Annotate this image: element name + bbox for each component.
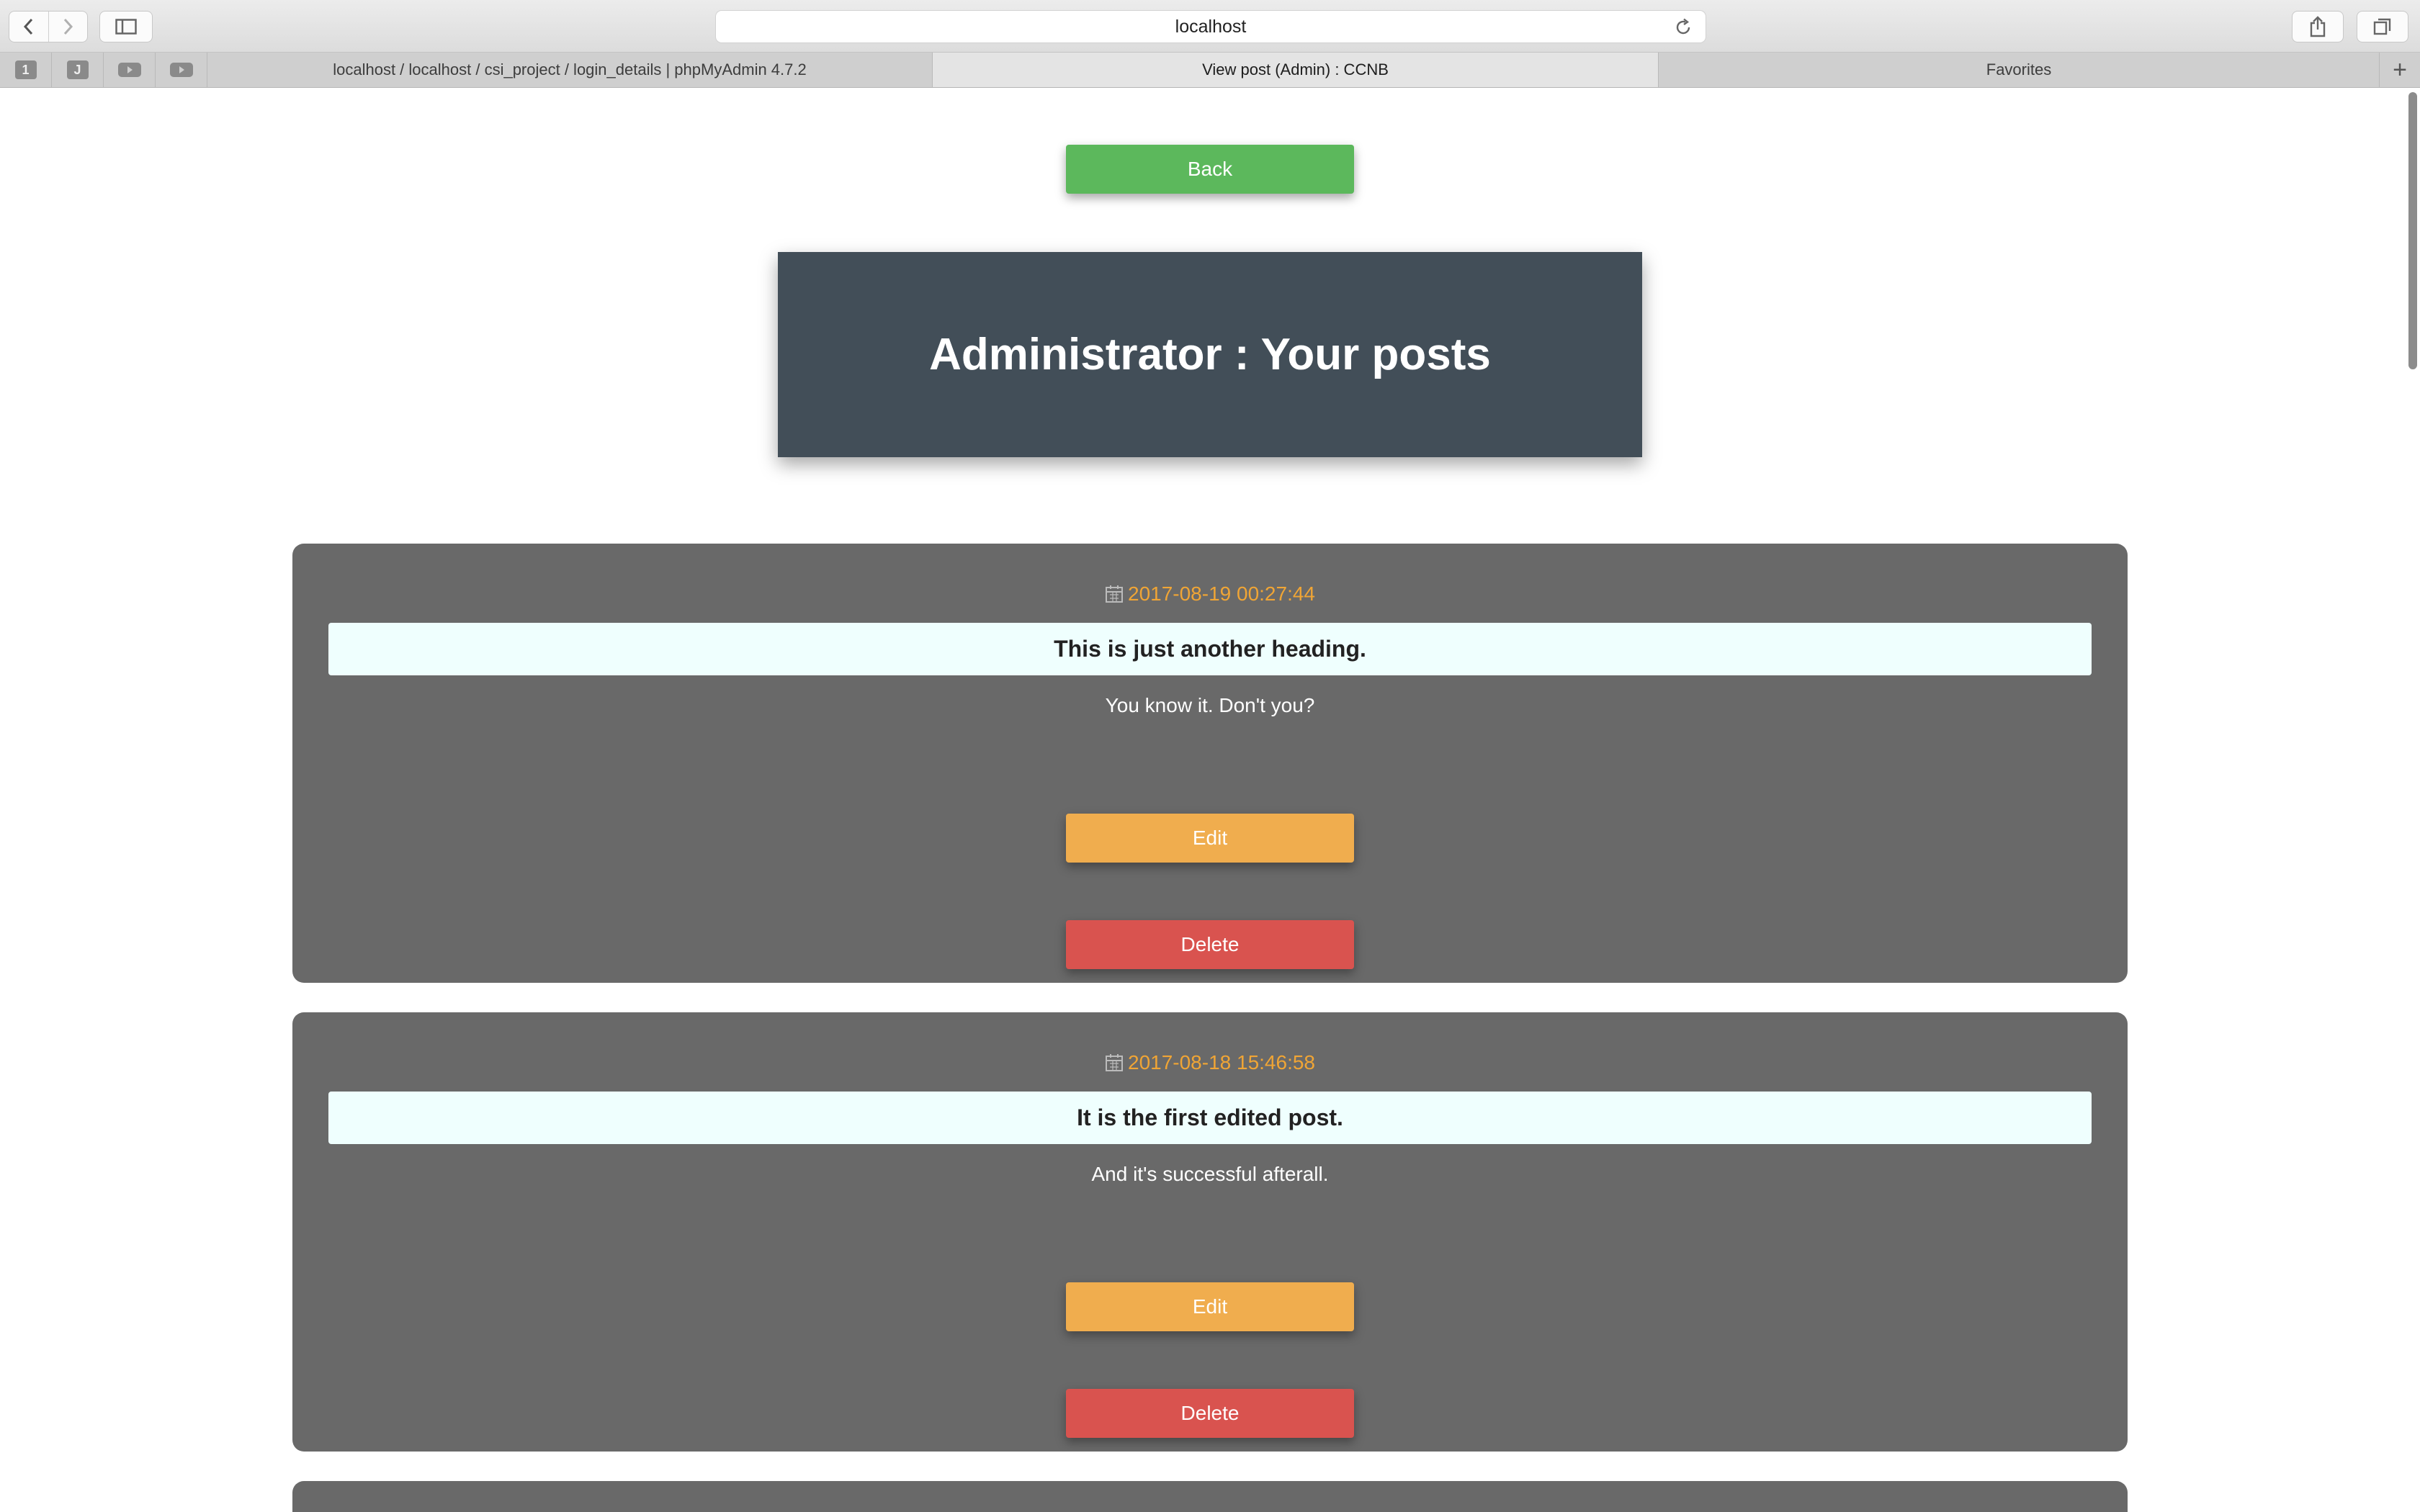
- url-text: localhost: [1175, 16, 1247, 37]
- back-button[interactable]: Back: [1066, 145, 1354, 194]
- post-heading: It is the first edited post.: [328, 1092, 2092, 1144]
- pinned-tab-3[interactable]: [104, 53, 156, 87]
- edit-button[interactable]: Edit: [1066, 1282, 1354, 1331]
- pinned-tab-1[interactable]: 1: [0, 53, 52, 87]
- delete-button[interactable]: Delete: [1066, 920, 1354, 969]
- page-viewport: Back Administrator : Your posts 2017-08-…: [0, 88, 2420, 1512]
- pinned-tab-icon: 1: [14, 60, 37, 79]
- post-card: [292, 1481, 2128, 1512]
- tab-label: View post (Admin) : CCNB: [1202, 60, 1389, 78]
- chevron-right-icon: [64, 18, 73, 35]
- tab-favorites[interactable]: Favorites: [1659, 53, 2380, 87]
- post-date-text: 2017-08-19 00:27:44: [1128, 582, 1315, 605]
- show-tabs-button[interactable]: [2357, 11, 2408, 42]
- page-scrollbar[interactable]: [2408, 92, 2417, 369]
- tab-label: Favorites: [1986, 60, 2052, 78]
- sidebar-icon: [115, 19, 137, 35]
- edit-button[interactable]: Edit: [1066, 814, 1354, 863]
- tabs-overview-icon: [2373, 18, 2391, 35]
- page-title: Administrator : Your posts: [929, 330, 1491, 379]
- plus-icon: +: [2393, 55, 2407, 84]
- share-icon: [2310, 16, 2326, 37]
- post-date: 2017-08-19 00:27:44: [292, 580, 2128, 608]
- post-card: 2017-08-19 00:27:44 This is just another…: [292, 544, 2128, 983]
- post-card: 2017-08-18 15:46:58 It is the first edit…: [292, 1012, 2128, 1452]
- forward-nav-button[interactable]: [48, 12, 88, 42]
- delete-button[interactable]: Delete: [1066, 1389, 1354, 1438]
- share-button[interactable]: [2292, 11, 2344, 42]
- page-header: Administrator : Your posts: [778, 252, 1642, 457]
- post-body: And it's successful afterall.: [1091, 1163, 1329, 1185]
- pinned-tab-2[interactable]: J: [52, 53, 104, 87]
- new-tab-button[interactable]: +: [2380, 53, 2420, 87]
- calendar-icon: [1106, 1054, 1123, 1071]
- post-body: You know it. Don't you?: [1105, 694, 1315, 716]
- pinned-tab-4[interactable]: [156, 53, 207, 87]
- back-nav-button[interactable]: [9, 12, 48, 42]
- tab-label: localhost / localhost / csi_project / lo…: [333, 60, 807, 78]
- reload-icon[interactable]: [1674, 18, 1693, 37]
- calendar-icon: [1106, 585, 1123, 603]
- video-tab-icon: [169, 63, 193, 77]
- video-tab-icon: [117, 63, 141, 77]
- browser-toolbar: localhost: [0, 0, 2420, 53]
- tab-view-post[interactable]: View post (Admin) : CCNB: [933, 53, 1659, 87]
- navigation-buttons: [9, 11, 88, 42]
- chevron-left-icon: [23, 18, 32, 35]
- tab-phpmyadmin[interactable]: localhost / localhost / csi_project / lo…: [207, 53, 933, 87]
- sidebar-toggle-button[interactable]: [99, 11, 153, 42]
- pinned-tab-icon: J: [66, 60, 89, 79]
- post-date-text: 2017-08-18 15:46:58: [1128, 1051, 1315, 1074]
- tab-bar: 1 J localhost / localhost / csi_project …: [0, 53, 2420, 88]
- post-heading: This is just another heading.: [328, 623, 2092, 675]
- address-bar[interactable]: localhost: [715, 10, 1706, 43]
- post-date: 2017-08-18 15:46:58: [292, 1048, 2128, 1077]
